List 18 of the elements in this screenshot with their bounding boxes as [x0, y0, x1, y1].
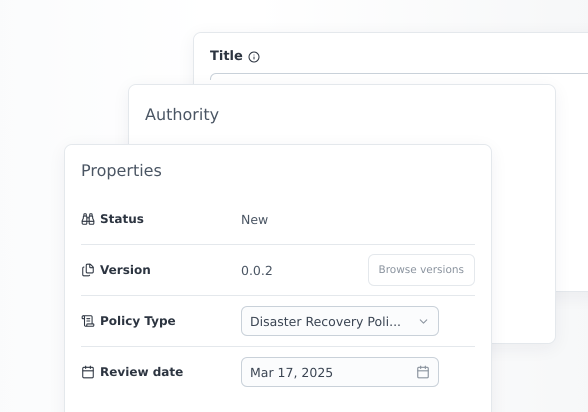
property-label: Policy Type — [100, 314, 176, 328]
property-label: Review date — [100, 365, 184, 379]
property-value: New — [241, 212, 270, 226]
calendar-icon — [416, 365, 430, 379]
card-title: Authority — [145, 105, 220, 124]
info-icon[interactable] — [248, 50, 260, 62]
calendar-icon — [81, 365, 95, 379]
binoculars-icon — [81, 212, 95, 226]
date-field[interactable]: Mar 17, 2025 — [241, 357, 439, 387]
files-icon — [81, 263, 95, 277]
property-label: Version — [100, 263, 151, 277]
select-field[interactable]: Disaster Recovery Poli... — [241, 306, 439, 336]
card-title: Properties — [81, 161, 163, 180]
input-field[interactable] — [210, 73, 588, 80]
property-value: 0.0.2 — [241, 262, 273, 278]
scroll-icon — [81, 314, 95, 328]
property-label: Status — [100, 212, 144, 226]
field-label: Title — [210, 49, 243, 64]
